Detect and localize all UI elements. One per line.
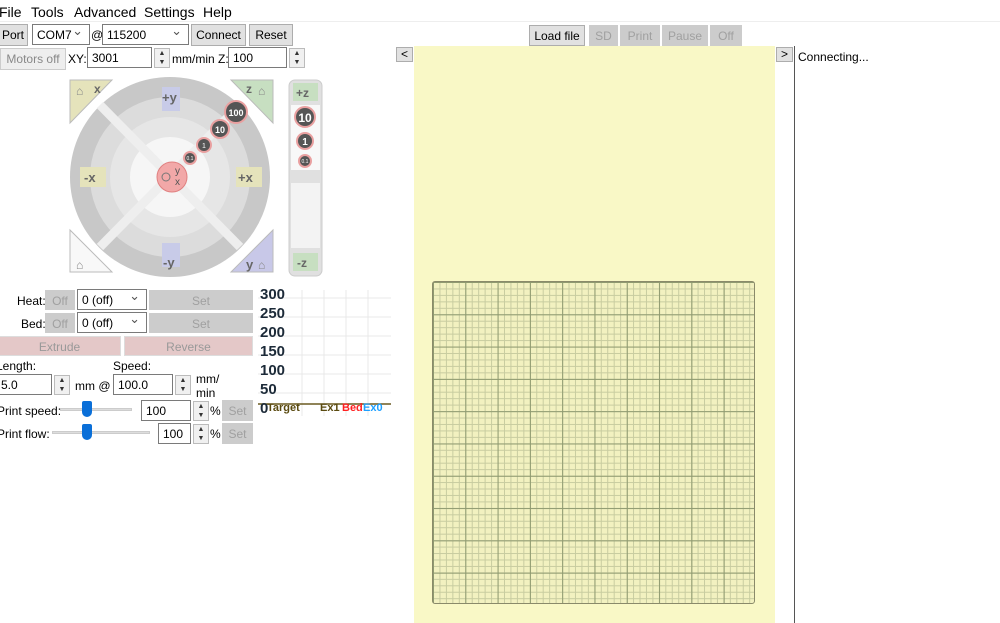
collapse-left-button[interactable]: < (396, 47, 413, 62)
plus-z-button[interactable]: +z (296, 86, 309, 100)
length-spinner[interactable]: ▲ ▼ (54, 375, 70, 395)
print-speed-slider[interactable] (60, 408, 132, 411)
print-flow-percent: % (210, 427, 221, 441)
legend-ex0: Ex0 (363, 402, 383, 414)
y-tick-200: 200 (260, 324, 286, 341)
print-flow-spinner[interactable]: ▲ ▼ (193, 424, 209, 444)
home-z-label: z (246, 82, 252, 96)
xy-feedrate-spinner[interactable]: ▲ ▼ (154, 48, 170, 68)
step-10-button[interactable]: 10 (215, 125, 225, 135)
bed-label: Bed: (21, 317, 46, 331)
length-label: Length: (0, 359, 37, 373)
print-speed-input[interactable]: 100 (141, 400, 191, 421)
step-1-button[interactable]: 1 (202, 143, 206, 150)
extrude-button[interactable]: Extrude (0, 336, 121, 356)
heat-select[interactable]: 0 (off) (77, 288, 147, 310)
heat-label: Heat: (17, 294, 46, 308)
length-input[interactable]: 5.0 (0, 374, 52, 395)
xy-label: XY: (68, 52, 87, 66)
menu-help[interactable]: Help (203, 4, 232, 20)
xy-feedrate-input[interactable]: 3001 (87, 47, 152, 68)
bed-off-button[interactable]: Off (45, 313, 75, 333)
baud-select[interactable]: 115200 (102, 23, 189, 45)
console-log[interactable]: Connecting... (794, 46, 1000, 623)
menu-file[interactable]: File (0, 4, 22, 20)
center-y-label: y (175, 166, 180, 177)
off-button[interactable]: Off (710, 25, 742, 46)
bed-select[interactable]: 0 (off) (77, 311, 147, 333)
build-plate-view[interactable] (414, 46, 775, 623)
legend-bed: Bed (342, 402, 363, 414)
print-speed-label: Print speed: (0, 404, 62, 418)
z-label: mm/min Z: (172, 52, 229, 66)
print-button[interactable]: Print (620, 25, 660, 46)
speed-spinner[interactable]: ▲ ▼ (175, 375, 191, 395)
minus-x-button[interactable]: -x (84, 170, 96, 185)
y-tick-150: 150 (260, 343, 286, 360)
xy-jog-control[interactable]: x z y ⌂ ⌂ ⌂ ⌂ +y -y -x +x 100 10 1 0.1 y… (60, 75, 330, 285)
speed-label: Speed: (113, 359, 152, 373)
mm-at-label: mm @ (75, 379, 111, 393)
speed-input[interactable]: 100.0 (113, 374, 173, 395)
print-bed-grid (432, 281, 755, 604)
y-tick-300: 300 (260, 286, 286, 303)
minus-y-button[interactable]: -y (163, 255, 175, 270)
plus-y-button[interactable]: +y (162, 90, 178, 105)
collapse-right-button[interactable]: > (776, 47, 793, 62)
heat-off-button[interactable]: Off (45, 290, 75, 310)
z-step-01-button[interactable]: 0.1 (302, 159, 309, 165)
reverse-button[interactable]: Reverse (124, 336, 253, 356)
center-x-label: x (175, 177, 180, 188)
heat-set-button[interactable]: Set (149, 290, 253, 310)
sd-button[interactable]: SD (589, 25, 618, 46)
home-icon[interactable]: ⌂ (258, 258, 265, 272)
print-flow-input[interactable]: 100 (158, 423, 191, 444)
step-100-button[interactable]: 100 (228, 108, 243, 118)
motors-off-button[interactable]: Motors off (0, 48, 66, 70)
port-button[interactable]: Port (0, 24, 28, 46)
console-text: Connecting... (798, 50, 869, 64)
legend-ex1: Ex1 (320, 402, 340, 414)
print-flow-set-button[interactable]: Set (222, 423, 253, 444)
print-speed-spinner[interactable]: ▲ ▼ (193, 401, 209, 421)
pause-button[interactable]: Pause (662, 25, 708, 46)
y-tick-50: 50 (260, 381, 277, 398)
z-feedrate-input[interactable]: 100 (228, 47, 287, 68)
z-feedrate-spinner[interactable]: ▲ ▼ (289, 48, 305, 68)
home-icon[interactable]: ⌂ (76, 84, 83, 98)
bed-set-button[interactable]: Set (149, 313, 253, 333)
connect-button[interactable]: Connect (191, 24, 246, 46)
load-file-button[interactable]: Load file (529, 25, 585, 46)
print-speed-set-button[interactable]: Set (222, 400, 253, 421)
print-flow-slider[interactable] (52, 431, 150, 434)
port-select[interactable]: COM7 (32, 23, 90, 45)
y-tick-250: 250 (260, 305, 286, 322)
legend-target: Target (267, 402, 300, 414)
z-step-10-button[interactable]: 10 (298, 111, 312, 125)
menu-tools[interactable]: Tools (31, 4, 64, 20)
print-speed-percent: % (210, 404, 221, 418)
home-y-label: y (246, 257, 254, 272)
home-x-label: x (94, 82, 101, 96)
reset-button[interactable]: Reset (249, 24, 293, 46)
step-01-button[interactable]: 0.1 (187, 156, 194, 162)
menu-settings[interactable]: Settings (144, 4, 195, 20)
print-flow-label: Print flow: (0, 427, 50, 441)
minus-z-button[interactable]: -z (297, 256, 307, 270)
menu-bar: File Tools Advanced Settings Help (0, 0, 1000, 22)
z-step-1-button[interactable]: 1 (302, 137, 308, 148)
menu-advanced[interactable]: Advanced (74, 4, 136, 20)
print-flow-slider-thumb[interactable] (82, 424, 92, 440)
plus-x-button[interactable]: +x (238, 170, 254, 185)
y-tick-100: 100 (260, 362, 286, 379)
home-icon[interactable]: ⌂ (258, 84, 265, 98)
speed-unit-label: mm/ min (196, 372, 220, 400)
home-all-icon[interactable]: ⌂ (76, 258, 83, 272)
print-speed-slider-thumb[interactable] (82, 401, 92, 417)
